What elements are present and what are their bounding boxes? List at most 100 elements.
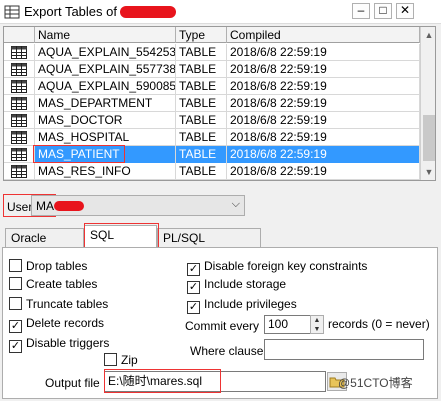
header-icon-col	[4, 27, 35, 43]
checkbox-label: Include storage	[204, 277, 287, 291]
chevron-down-icon: ⌵	[231, 198, 240, 210]
checkbox-label: Zip	[121, 353, 138, 367]
checkbox-label: Include privileges	[204, 297, 297, 311]
redaction-mark	[54, 201, 84, 211]
scroll-thumb[interactable]	[423, 115, 435, 161]
table-row[interactable]: MAS_DEPARTMENT TABLE 2018/6/8 22:59:19	[4, 95, 420, 112]
row-compiled: 2018/6/8 22:59:19	[227, 95, 420, 112]
header-name[interactable]: Name	[35, 27, 176, 43]
scroll-up-icon[interactable]: ▲	[421, 27, 435, 43]
checkbox-label: Truncate tables	[26, 297, 109, 311]
row-icon-cell	[4, 129, 35, 146]
close-button[interactable]: ✕	[396, 3, 414, 19]
row-compiled: 2018/6/8 22:59:19	[227, 146, 420, 163]
minimize-button[interactable]: –	[352, 3, 370, 19]
checkbox-label: Disable foreign key constraints	[204, 259, 368, 273]
redaction-mark	[120, 6, 176, 18]
user-select[interactable]: MA ⌵	[31, 195, 245, 216]
table-icon	[11, 114, 27, 127]
disable-fk-checkbox[interactable]: ✓ Disable foreign key constraints	[187, 259, 368, 276]
include-storage-checkbox[interactable]: ✓ Include storage	[187, 277, 287, 294]
row-icon-cell	[4, 163, 35, 180]
table-icon	[11, 148, 27, 161]
drop-tables-checkbox[interactable]: Drop tables	[9, 259, 87, 274]
commit-every-spinner[interactable]: ▲ ▼	[310, 315, 324, 334]
row-name: MAS_DEPARTMENT	[35, 95, 176, 112]
row-compiled: 2018/6/8 22:59:19	[227, 163, 420, 180]
title-bar: Export Tables of – □ ✕	[0, 0, 441, 24]
row-type: TABLE	[176, 44, 227, 61]
row-type: TABLE	[176, 146, 227, 163]
commit-every-input[interactable]: 100	[264, 315, 311, 334]
row-icon-cell	[4, 95, 35, 112]
row-name: AQUA_EXPLAIN_5577384	[35, 61, 176, 78]
row-name: MAS_RES_INFO	[35, 163, 176, 180]
check-icon[interactable]: ✓	[9, 340, 22, 353]
table-row[interactable]: AQUA_EXPLAIN_5900851 TABLE 2018/6/8 22:59:…	[4, 78, 420, 95]
check-icon[interactable]: ✓	[187, 301, 200, 314]
table-icon	[11, 131, 27, 144]
commit-every-label: Commit every	[185, 319, 260, 333]
row-name: AQUA_EXPLAIN_5542535	[35, 44, 176, 61]
table-row[interactable]: AQUA_EXPLAIN_5542535 TABLE 2018/6/8 22:59:…	[4, 44, 420, 61]
row-compiled: 2018/6/8 22:59:19	[227, 78, 420, 95]
checkbox-box[interactable]	[9, 259, 22, 272]
row-icon-cell	[4, 112, 35, 129]
spin-down-icon[interactable]: ▼	[311, 325, 323, 334]
row-icon-cell	[4, 78, 35, 95]
vertical-scrollbar[interactable]: ▲ ▼	[420, 27, 435, 180]
output-file-label: Output file	[45, 376, 100, 390]
check-icon[interactable]: ✓	[9, 320, 22, 333]
disable-triggers-checkbox[interactable]: ✓ Disable triggers	[9, 336, 110, 353]
row-name: MAS_HOSPITAL	[35, 129, 176, 146]
row-type: TABLE	[176, 95, 227, 112]
checkbox-box[interactable]	[104, 353, 117, 366]
tab-plsql-developer[interactable]: PL/SQL Developer	[157, 228, 261, 263]
row-compiled: 2018/6/8 22:59:19	[227, 44, 420, 61]
row-icon-cell	[4, 146, 35, 163]
close-icon: ✕	[399, 3, 411, 17]
maximize-button[interactable]: □	[374, 3, 392, 19]
where-clause-input[interactable]	[264, 339, 424, 360]
table-header: Name Type Compiled	[4, 27, 420, 43]
create-tables-checkbox[interactable]: Create tables	[9, 277, 97, 292]
table-row[interactable]: MAS_HOSPITAL TABLE 2018/6/8 22:59:19	[4, 129, 420, 146]
table-icon	[11, 165, 27, 178]
user-value: MA	[36, 199, 54, 213]
table-icon	[11, 97, 27, 110]
checkbox-box[interactable]	[9, 277, 22, 290]
header-compiled[interactable]: Compiled	[227, 27, 420, 43]
row-icon-cell	[4, 44, 35, 61]
checkbox-box[interactable]	[9, 297, 22, 310]
table-icon	[11, 80, 27, 93]
delete-records-checkbox[interactable]: ✓ Delete records	[9, 316, 104, 333]
highlight-output-file	[104, 369, 221, 393]
row-icon-cell	[4, 61, 35, 78]
row-compiled: 2018/6/8 22:59:19	[227, 61, 420, 78]
window-title: Export Tables of	[24, 4, 117, 19]
row-type: TABLE	[176, 112, 227, 129]
app-icon	[4, 5, 20, 19]
table-icon	[11, 63, 27, 76]
tab-oracle-export[interactable]: Oracle Export	[5, 228, 84, 263]
spin-up-icon[interactable]: ▲	[311, 316, 323, 325]
table-row[interactable]: AQUA_EXPLAIN_5577384 TABLE 2018/6/8 22:59:…	[4, 61, 420, 78]
check-icon[interactable]: ✓	[187, 281, 200, 294]
table-row[interactable]: MAS_RES_INFO TABLE 2018/6/8 22:59:19	[4, 163, 420, 180]
include-privileges-checkbox[interactable]: ✓ Include privileges	[187, 297, 297, 314]
truncate-tables-checkbox[interactable]: Truncate tables	[9, 297, 108, 312]
row-compiled: 2018/6/8 22:59:19	[227, 129, 420, 146]
where-clause-label: Where clause	[190, 344, 264, 358]
zip-checkbox[interactable]: Zip	[104, 353, 138, 368]
scroll-down-icon[interactable]: ▼	[421, 164, 435, 180]
check-icon[interactable]: ✓	[187, 263, 200, 276]
row-type: TABLE	[176, 129, 227, 146]
minimize-icon: –	[357, 3, 365, 17]
row-type: TABLE	[176, 61, 227, 78]
header-type[interactable]: Type	[176, 27, 227, 43]
checkbox-label: Disable triggers	[26, 336, 110, 350]
highlight-tab	[84, 223, 159, 248]
watermark: @51CTO博客	[338, 376, 413, 390]
highlight-selected-row	[33, 145, 125, 163]
table-row[interactable]: MAS_DOCTOR TABLE 2018/6/8 22:59:19	[4, 112, 420, 129]
